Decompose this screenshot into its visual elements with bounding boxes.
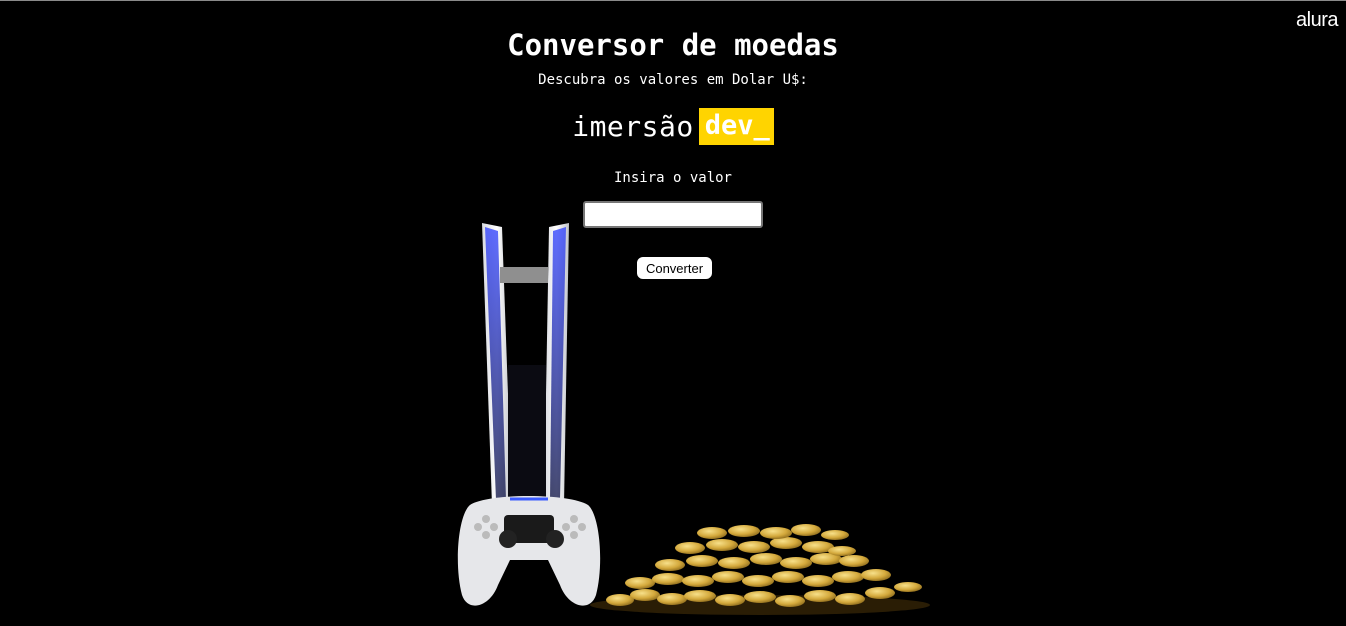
console-coins-illustration [457, 223, 930, 615]
page-subtitle: Descubra os valores em Dolar U$: [538, 72, 808, 88]
gold-coins-icon [590, 524, 930, 615]
imersao-dev-logo: imersão dev_ [0, 108, 1346, 145]
game-controller-icon [457, 496, 601, 606]
top-border [0, 0, 1346, 1]
game-console-icon [482, 223, 569, 510]
brand-highlight: dev_ [698, 108, 774, 145]
brand-word: imersão [572, 110, 694, 143]
page-title: Conversor de moedas [507, 28, 839, 62]
value-label: Insira o valor [613, 170, 732, 186]
